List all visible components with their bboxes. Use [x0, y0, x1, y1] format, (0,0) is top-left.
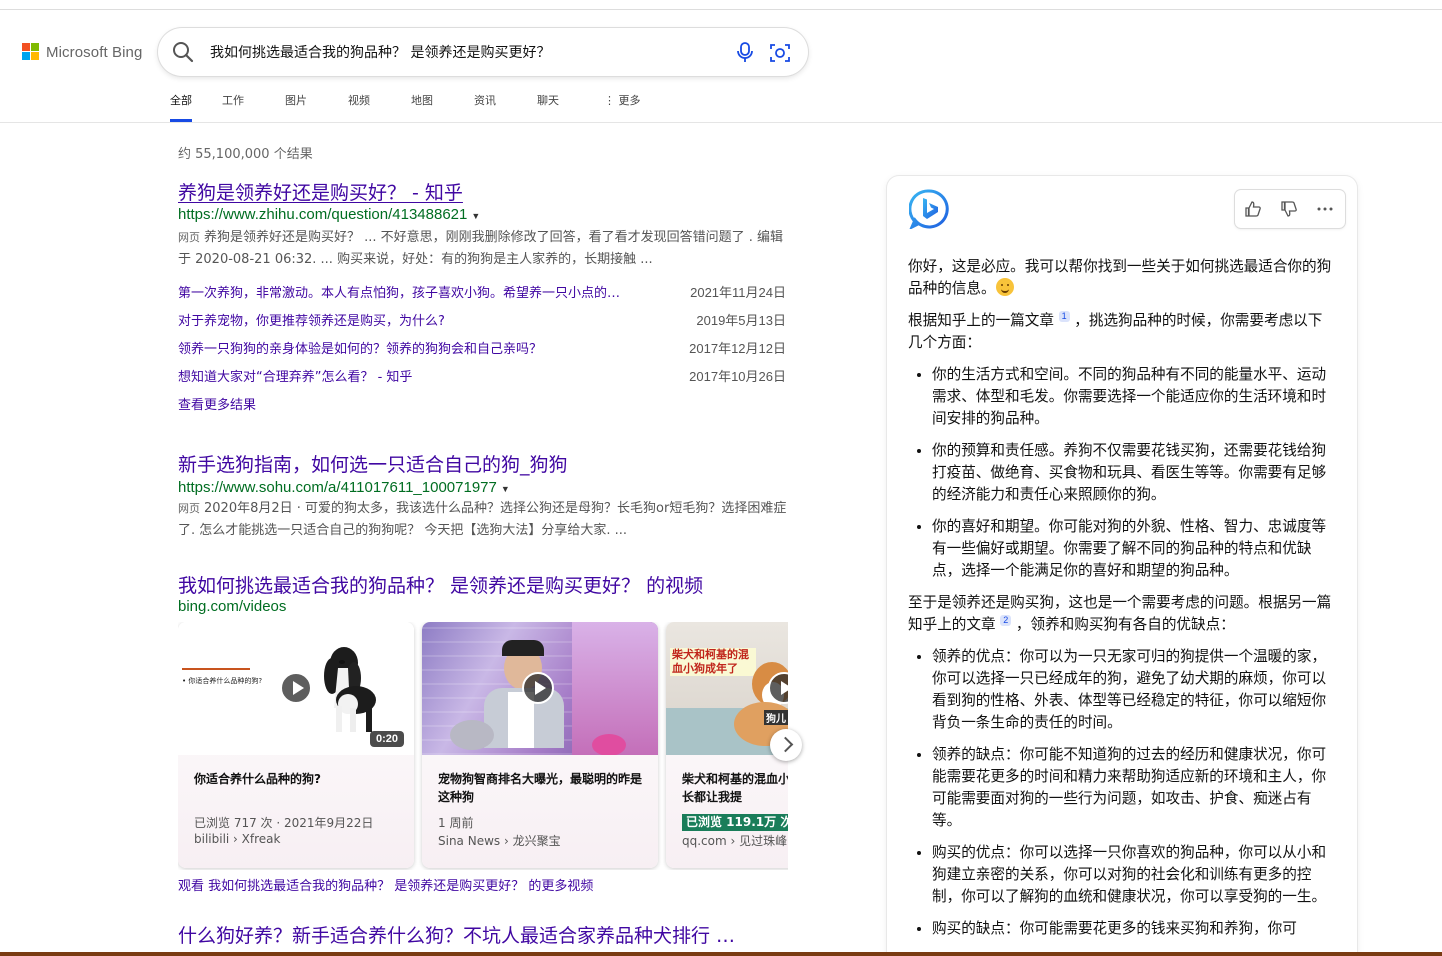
- chat-response: 你好，这是必应。我可以帮你找到一些关于如何挑选最适合你的狗品种的信息。 根据知乎…: [908, 256, 1336, 950]
- smile-emoji-icon: [995, 278, 1014, 296]
- chat-paragraph: 至于是领养还是购买狗，这也是一个需要考虑的问题。根据另一篇知乎上的文章 2 ，领…: [908, 592, 1336, 636]
- paragraph-text: 根据知乎上的一篇文章: [908, 312, 1054, 329]
- result-snippet: 网页 养狗是领养好还是购买好？ ... 不好意思，刚刚我删除修改了回答，看了看才发…: [178, 227, 788, 271]
- deep-link[interactable]: 第一次养狗，非常激动。本人有点怕狗，孩子喜欢小狗。希望养一只小点的…: [178, 282, 620, 302]
- carousel-next-button[interactable]: [770, 729, 802, 761]
- bing-logo[interactable]: Microsoft Bing: [22, 43, 142, 61]
- list-item: 购买的优点：你可以选择一只你喜欢的狗品种，你可以从小和狗建立亲密的关系，你可以对…: [932, 842, 1336, 908]
- chat-greeting: 你好，这是必应。我可以帮你找到一些关于如何挑选最适合你的狗品种的信息。: [908, 256, 1336, 300]
- list-item: 你的预算和责任感。养狗不仅需要花钱买狗，还需要花钱给狗打疫苗、做绝育、买食物和玩…: [932, 440, 1336, 506]
- result-type-label: 网页: [178, 502, 200, 515]
- url-dropdown-icon[interactable]: ▼: [501, 484, 510, 494]
- thumbs-up-icon[interactable]: [1235, 190, 1271, 228]
- bing-chat-logo-icon[interactable]: [909, 189, 949, 229]
- see-more-results-link[interactable]: 查看更多结果: [178, 394, 256, 413]
- tab-work[interactable]: 工作: [222, 92, 244, 122]
- video-card[interactable]: • 你适合养什么品种的狗? 0:20 你适合养什么品种的狗? 已浏览 717 次…: [178, 622, 414, 868]
- play-icon[interactable]: [522, 672, 554, 704]
- url-dropdown-icon[interactable]: ▼: [471, 211, 480, 221]
- deep-link[interactable]: 对于养宠物，你更推荐领养还是购买，为什么?: [178, 310, 445, 330]
- list-item: 领养的优点：你可以为一只无家可归的狗提供一个温暖的家，你可以选择一只已经成年的狗…: [932, 646, 1336, 734]
- search-box[interactable]: [158, 28, 808, 76]
- result-title[interactable]: 养狗是领养好还是购买好？ - 知乎: [178, 178, 463, 205]
- more-options-icon[interactable]: [1307, 190, 1343, 228]
- video-meta: 1 周前: [438, 816, 474, 830]
- tab-news[interactable]: 资讯: [474, 92, 496, 122]
- dog-image: [324, 647, 376, 732]
- thumbs-down-icon[interactable]: [1271, 190, 1307, 228]
- deep-link-date: 2019年5月13日: [696, 313, 786, 328]
- video-card[interactable]: 宠物狗智商排名大曝光，最聪明的昨是这种狗 1 周前 Sina News › 龙兴…: [422, 622, 658, 868]
- video-thumbnail[interactable]: • 你适合养什么品种的狗? 0:20: [178, 622, 414, 755]
- tabs-divider: [0, 122, 1442, 123]
- deep-link-row[interactable]: 领养一只狗狗的亲身体验是如何的？领养的狗狗会和自己亲吗？ 2017年12月12日: [178, 338, 786, 358]
- deep-link-date: 2021年11月24日: [690, 285, 786, 300]
- video-thumbnail[interactable]: [422, 622, 658, 755]
- list-item: 你的喜好和期望。你可能对狗的外貌、性格、智力、忠诚度等有一些偏好或期望。你需要了…: [932, 516, 1336, 582]
- list-item: 你的生活方式和空间。不同的狗品种有不同的能量水平、运动需求、体型和毛发。你需要选…: [932, 364, 1336, 430]
- feedback-group: [1235, 190, 1345, 228]
- video-meta: 已浏览 717 次 · 2021年9月22日: [194, 816, 374, 830]
- tab-more[interactable]: ⋮ 更多: [604, 92, 641, 122]
- greeting-text: 你好，这是必应。我可以帮你找到一些关于如何挑选最适合你的狗品种的信息。: [908, 258, 1332, 297]
- video-source: Sina News › 龙兴聚宝: [438, 834, 561, 848]
- search-input[interactable]: [210, 40, 710, 64]
- thumbnail-caption: • 你适合养什么品种的狗?: [182, 677, 263, 685]
- microphone-icon[interactable]: [734, 41, 756, 63]
- play-icon[interactable]: [280, 672, 312, 704]
- tab-all[interactable]: 全部: [170, 92, 192, 122]
- result-type-label: 网页: [178, 231, 200, 244]
- tab-images[interactable]: 图片: [285, 92, 307, 122]
- video-section-source[interactable]: bing.com/videos: [178, 598, 286, 615]
- views-badge: 已浏览 119.1万 次: [682, 814, 788, 831]
- video-source: bilibili › Xfreak: [194, 832, 281, 846]
- microsoft-logo-icon: [22, 43, 40, 61]
- video-title[interactable]: 宠物狗智商排名大曝光，最聪明的昨是这种狗: [438, 770, 644, 806]
- deep-link-row[interactable]: 对于养宠物，你更推荐领养还是购买，为什么? 2019年5月13日: [178, 310, 786, 330]
- chat-list: 领养的优点：你可以为一只无家可归的狗提供一个温暖的家，你可以选择一只已经成年的狗…: [908, 646, 1336, 940]
- deep-link-row[interactable]: 想知道大家对“合理弃养”怎么看？ - 知乎 2017年10月26日: [178, 366, 786, 386]
- deep-link-date: 2017年10月26日: [689, 369, 786, 384]
- result-url[interactable]: https://www.sohu.com/a/411017611_1000719…: [178, 479, 510, 496]
- chat-panel: 你好，这是必应。我可以帮你找到一些关于如何挑选最适合你的狗品种的信息。 根据知乎…: [887, 176, 1357, 956]
- chat-list: 你的生活方式和空间。不同的狗品种有不同的能量水平、运动需求、体型和毛发。你需要选…: [908, 364, 1336, 582]
- results-count: 约 55,100,000 个结果: [178, 147, 313, 162]
- search-tabs: 全部 工作 图片 视频 地图 资讯 聊天 ⋮ 更多: [170, 92, 641, 122]
- citation-badge[interactable]: 2: [1000, 615, 1012, 627]
- see-more-videos-link[interactable]: 观看 我如何挑选最适合我的狗品种？ 是领养还是购买更好？ 的更多视频: [178, 875, 593, 894]
- video-thumbnail[interactable]: 柴犬和柯基的混血小狗成年了 狗儿: [666, 622, 788, 755]
- tab-chat[interactable]: 聊天: [537, 92, 559, 122]
- video-title[interactable]: 柴犬和柯基的混血小狗长大了，一次成长都让我提: [682, 770, 788, 806]
- thumbnail-caption: 狗儿: [764, 710, 788, 725]
- snippet-text: 2020年8月2日 · 可爱的狗太多，我该选什么品种？选择公狗还是母狗？长毛狗o…: [178, 501, 787, 538]
- thumbnail-caption: 柴犬和柯基的混血小狗成年了: [670, 648, 756, 676]
- deep-link-date: 2017年12月12日: [689, 341, 786, 356]
- paragraph-text: ，领养和购买狗有各自的优缺点：: [1015, 616, 1235, 633]
- citation-badge[interactable]: 1: [1058, 311, 1070, 323]
- deep-link[interactable]: 想知道大家对“合理弃养”怎么看？ - 知乎: [178, 366, 412, 386]
- tab-maps[interactable]: 地图: [411, 92, 433, 122]
- result-snippet: 网页 2020年8月2日 · 可爱的狗太多，我该选什么品种？选择公狗还是母狗？长毛…: [178, 498, 788, 542]
- result-title[interactable]: 什么狗好养？新手适合养什么狗？不坑人最适合家养品种犬排行 …: [178, 921, 735, 948]
- list-item: 领养的缺点：你可能不知道狗的过去的经历和健康状况，你可能需要花更多的时间和精力来…: [932, 744, 1336, 832]
- window-bottom-edge: [0, 952, 1442, 956]
- deep-link-row[interactable]: 第一次养狗，非常激动。本人有点怕狗，孩子喜欢小狗。希望养一只小点的… 2021年1…: [178, 282, 786, 302]
- video-section-title[interactable]: 我如何挑选最适合我的狗品种？ 是领养还是购买更好？ 的视频: [178, 571, 703, 598]
- result-title[interactable]: 新手选狗指南，如何选一只适合自己的狗_狗狗: [178, 450, 568, 477]
- deep-link[interactable]: 领养一只狗狗的亲身体验是如何的？领养的狗狗会和自己亲吗？: [178, 338, 542, 358]
- snippet-text: 养狗是领养好还是购买好？ ... 不好意思，刚刚我删除修改了回答，看了看才发现回…: [178, 230, 784, 267]
- chat-paragraph: 根据知乎上的一篇文章 1 ，挑选狗品种的时候，你需要考虑以下几个方面：: [908, 310, 1336, 354]
- visual-search-icon[interactable]: [768, 41, 792, 65]
- brand-name: Microsoft Bing: [46, 43, 143, 61]
- browser-top-edge: [0, 0, 1442, 10]
- video-meta: 已浏览 119.1万 次: [682, 814, 788, 831]
- search-icon[interactable]: [172, 41, 194, 63]
- video-duration: 0:20: [369, 731, 404, 747]
- video-title[interactable]: 你适合养什么品种的狗?: [194, 770, 400, 788]
- result-url[interactable]: https://www.zhihu.com/question/413488621…: [178, 206, 480, 223]
- video-source: qq.com › 见过珠峰: [682, 834, 788, 848]
- video-carousel: • 你适合养什么品种的狗? 0:20 你适合养什么品种的狗? 已浏览 717 次…: [178, 622, 788, 870]
- tab-videos[interactable]: 视频: [348, 92, 370, 122]
- list-item: 购买的缺点：你可能需要花更多的钱来买狗和养狗，你可: [932, 918, 1336, 940]
